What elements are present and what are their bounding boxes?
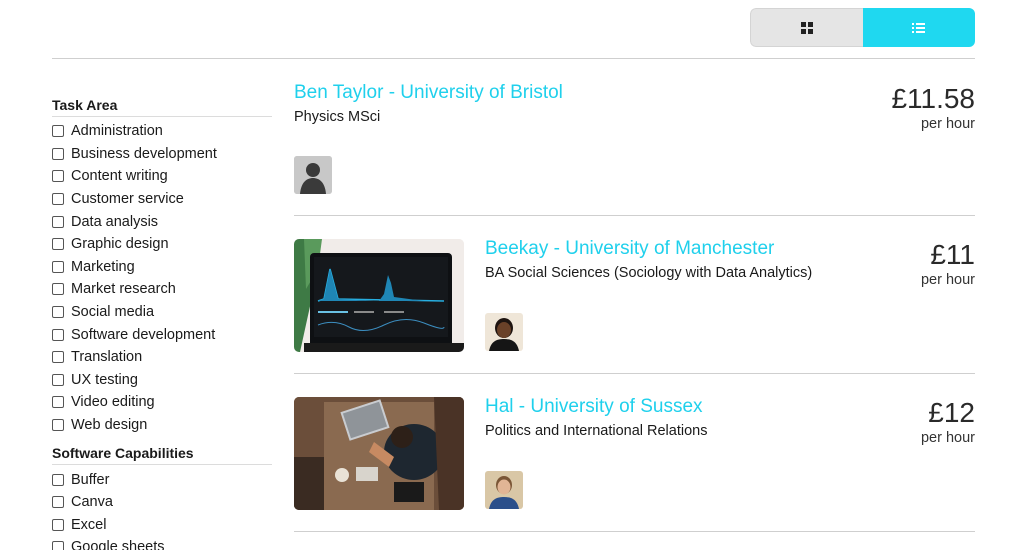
- checkbox[interactable]: [52, 260, 64, 273]
- filter-checkbox-item[interactable]: Customer service: [52, 188, 272, 211]
- checkbox[interactable]: [52, 125, 64, 138]
- student-avatar[interactable]: [485, 313, 523, 351]
- listing-divider: [294, 531, 975, 532]
- filter-checkbox-item[interactable]: Data analysis: [52, 210, 272, 233]
- price-unit: per hour: [920, 430, 975, 446]
- checkbox[interactable]: [52, 396, 64, 409]
- listing-title-link[interactable]: Beekay - University of Manchester: [485, 238, 812, 260]
- filter-group-title: Software Capabilities: [52, 445, 272, 466]
- filter-checkbox-item[interactable]: UX testing: [52, 369, 272, 392]
- filter-checkbox-item[interactable]: Video editing: [52, 391, 272, 414]
- filter-checkbox-item[interactable]: Market research: [52, 278, 272, 301]
- list-view-button[interactable]: [862, 8, 975, 47]
- checkbox[interactable]: [52, 496, 64, 509]
- grid-icon: [800, 21, 813, 34]
- filter-checkbox-item[interactable]: Business development: [52, 143, 272, 166]
- price-unit: per hour: [920, 272, 975, 288]
- filter-label: UX testing: [71, 371, 138, 388]
- filter-group-software-capabilities: Software Capabilities Buffer Canva Excel Go…: [52, 445, 272, 550]
- checkbox[interactable]: [52, 328, 64, 341]
- listing-cover-image[interactable]: [294, 239, 464, 352]
- filter-checkbox-item[interactable]: Content writing: [52, 165, 272, 188]
- filter-checkbox-item[interactable]: Google sheets: [52, 536, 272, 550]
- checkbox[interactable]: [52, 518, 64, 531]
- price-unit: per hour: [920, 116, 975, 132]
- filter-label: Buffer: [71, 471, 110, 488]
- listing-course: Politics and International Relations: [485, 423, 708, 439]
- filter-checkbox-item[interactable]: Buffer: [52, 468, 272, 491]
- checkbox[interactable]: [52, 215, 64, 228]
- listing-cover-image[interactable]: [294, 397, 464, 510]
- listing-price: £11 per hour: [920, 239, 975, 289]
- list-icon: [912, 22, 926, 33]
- filter-label: Translation: [71, 349, 143, 366]
- listing-card[interactable]: Beekay - University of Manchester BA Soc…: [294, 238, 975, 353]
- checkbox[interactable]: [52, 373, 64, 386]
- filter-label: Web design: [71, 417, 148, 434]
- filter-label: Software development: [71, 326, 216, 343]
- checkbox[interactable]: [52, 541, 64, 550]
- filter-checkbox-item[interactable]: Marketing: [52, 256, 272, 279]
- view-toggle: [750, 8, 975, 47]
- checkbox[interactable]: [52, 419, 64, 432]
- checkbox[interactable]: [52, 351, 64, 364]
- filter-label: Google sheets: [71, 539, 165, 550]
- listing-card[interactable]: Ben Taylor - University of Bristol Physi…: [294, 82, 975, 197]
- listing-divider: [294, 215, 975, 216]
- filter-checkbox-item[interactable]: Excel: [52, 514, 272, 537]
- filter-label: Customer service: [71, 191, 184, 208]
- filter-label: Content writing: [71, 168, 168, 185]
- filter-label: Canva: [71, 494, 113, 511]
- default-avatar-icon[interactable]: [294, 156, 332, 194]
- filter-checkbox-item[interactable]: Graphic design: [52, 233, 272, 256]
- listing-course: Physics MSci: [294, 109, 381, 125]
- filter-sidebar: Task Area Administration Business develop…: [52, 97, 272, 550]
- student-avatar[interactable]: [485, 471, 523, 509]
- filter-checkbox-item[interactable]: Software development: [52, 323, 272, 346]
- checkbox[interactable]: [52, 473, 64, 486]
- listing-price: £11.58 per hour: [891, 83, 975, 133]
- filter-label: Business development: [71, 145, 217, 162]
- listing-course: BA Social Sciences (Sociology with Data …: [485, 265, 813, 281]
- filter-group-title: Task Area: [52, 97, 272, 117]
- filter-checkbox-item[interactable]: Social media: [52, 301, 272, 324]
- filter-label: Graphic design: [71, 236, 169, 253]
- checkbox[interactable]: [52, 306, 64, 319]
- listing-title-link[interactable]: Ben Taylor - University of Bristol: [294, 82, 975, 104]
- grid-view-button[interactable]: [750, 8, 863, 47]
- checkbox[interactable]: [52, 147, 64, 160]
- listing-price: £12 per hour: [920, 397, 975, 447]
- filter-label: Excel: [71, 516, 107, 533]
- price-amount: £11: [930, 239, 975, 270]
- filter-label: Video editing: [71, 394, 155, 411]
- filter-label: Marketing: [71, 258, 135, 275]
- listing-divider: [294, 373, 975, 374]
- filter-label: Market research: [71, 281, 176, 298]
- listing-card[interactable]: Hal - University of Sussex Politics and …: [294, 396, 975, 511]
- checkbox[interactable]: [52, 238, 64, 251]
- checkbox[interactable]: [52, 283, 64, 296]
- filter-label: Social media: [71, 304, 155, 321]
- listing-title-link[interactable]: Hal - University of Sussex: [485, 396, 707, 418]
- price-amount: £12: [928, 397, 975, 428]
- header-divider: [52, 58, 975, 59]
- filter-checkbox-item[interactable]: Canva: [52, 491, 272, 514]
- checkbox[interactable]: [52, 170, 64, 183]
- price-amount: £11.58: [891, 83, 975, 114]
- filter-checkbox-item[interactable]: Translation: [52, 346, 272, 369]
- filter-checkbox-item[interactable]: Web design: [52, 414, 272, 437]
- filter-label: Administration: [71, 123, 163, 140]
- filter-group-task-area: Task Area Administration Business develop…: [52, 97, 272, 436]
- filter-label: Data analysis: [71, 213, 159, 230]
- filter-checkbox-item[interactable]: Administration: [52, 120, 272, 143]
- checkbox[interactable]: [52, 193, 64, 206]
